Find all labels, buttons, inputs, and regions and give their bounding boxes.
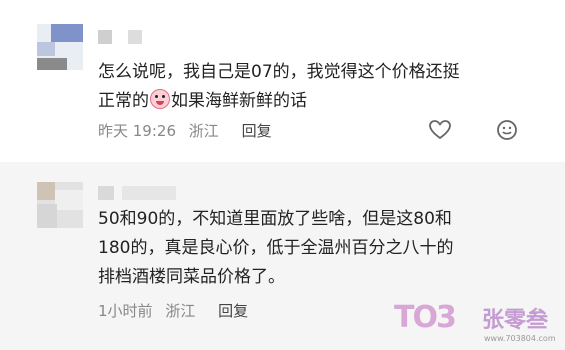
comment-text: 50和90的，不知道里面放了些啥，但是这80和 180的，真是良心价，低于全温州… bbox=[98, 209, 454, 287]
comment-location: 浙江 bbox=[165, 302, 196, 320]
watermark-text: 张零叁 bbox=[482, 308, 549, 333]
reply-button[interactable]: 回复 bbox=[242, 122, 272, 140]
watermark-url: www.703804.com bbox=[484, 334, 556, 343]
crying-face-emoji bbox=[150, 89, 170, 109]
comment-card-1: 怎么说呢，我自己是07的，我觉得这个价格还挺 正常的 如果海鲜新鲜的话 昨天 19… bbox=[0, 0, 565, 162]
comment-time: 昨天 19:26 bbox=[98, 122, 176, 140]
comment-meta: 昨天 19:26 浙江 回复 bbox=[98, 120, 280, 141]
comment-location: 浙江 bbox=[188, 122, 219, 140]
username-blurred[interactable] bbox=[98, 186, 178, 200]
avatar-blurred[interactable] bbox=[37, 182, 83, 228]
smiley-outline-icon[interactable] bbox=[495, 118, 519, 142]
heart-outline-icon[interactable] bbox=[428, 118, 452, 142]
reply-button[interactable]: 回复 bbox=[218, 302, 248, 320]
site-watermark: TO3 张零叁 www.703804.com bbox=[394, 300, 564, 348]
avatar-blurred[interactable] bbox=[37, 24, 83, 70]
watermark-logo: TO3 bbox=[394, 300, 457, 335]
comment-time: 1小时前 bbox=[98, 302, 153, 320]
comment-meta: 1小时前 浙江 回复 bbox=[98, 300, 256, 321]
username-blurred[interactable] bbox=[98, 30, 158, 44]
comment-text: 怎么说呢，我自己是07的，我觉得这个价格还挺 正常的 如果海鲜新鲜的话 bbox=[98, 62, 460, 111]
